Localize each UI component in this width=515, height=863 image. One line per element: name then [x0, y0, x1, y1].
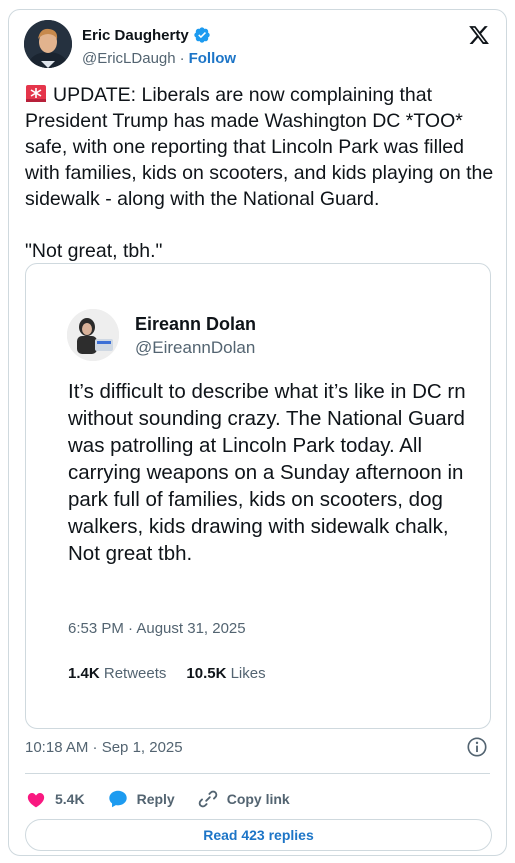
x-logo-icon[interactable]	[468, 24, 490, 46]
likes-count: 10.5K	[186, 665, 227, 682]
author-avatar[interactable]	[24, 20, 72, 68]
siren-emoji-icon	[26, 85, 46, 102]
heart-icon	[27, 793, 45, 808]
read-replies-button[interactable]: Read 423 replies	[25, 819, 492, 851]
reply-button[interactable]: Reply	[107, 788, 175, 810]
link-icon	[198, 790, 217, 808]
author-name-row[interactable]: Eric Daugherty	[82, 26, 211, 44]
action-bar: 5.4K Reply Copy link	[25, 784, 290, 814]
tweet-body: UPDATE: Liberals are now complaining tha…	[25, 84, 494, 262]
author-name[interactable]: Eric Daugherty	[82, 27, 189, 44]
author-handle-row: @EricLDaugh · Follow	[82, 50, 236, 67]
retweets-stat[interactable]: 1.4K Retweets	[68, 665, 166, 682]
reply-label: Reply	[136, 791, 175, 807]
divider	[25, 773, 490, 774]
quoted-tweet[interactable]: Eireann Dolan @EireannDolan It’s difficu…	[25, 263, 491, 729]
verified-badge-icon	[194, 27, 210, 43]
quoted-timestamp[interactable]: 6:53 PM · August 31, 2025	[68, 620, 246, 637]
info-icon[interactable]	[466, 736, 488, 758]
like-count: 5.4K	[55, 791, 85, 807]
quoted-stats: 1.4K Retweets 10.5K Likes	[68, 665, 266, 682]
retweets-label: Retweets	[103, 665, 167, 682]
separator-dot: ·	[179, 50, 185, 67]
author-handle[interactable]: @EricLDaugh	[82, 50, 176, 67]
follow-link[interactable]: Follow	[189, 50, 237, 67]
copy-link-button[interactable]: Copy link	[197, 788, 290, 810]
like-button[interactable]: 5.4K	[25, 788, 85, 810]
quoted-tweet-text: It’s difficult to describe what it’s lik…	[68, 380, 466, 565]
quoted-author-name[interactable]: Eireann Dolan	[135, 314, 256, 335]
quoted-author-handle[interactable]: @EireannDolan	[135, 338, 255, 358]
speech-bubble-icon	[108, 790, 127, 808]
tweet-timestamp[interactable]: 10:18 AM · Sep 1, 2025	[25, 739, 183, 756]
likes-stat[interactable]: 10.5K Likes	[186, 665, 265, 682]
likes-label: Likes	[230, 665, 266, 682]
embedded-tweet-card: Eric Daugherty @EricLDaugh · Follow UPDATE…	[8, 9, 507, 856]
quoted-author-avatar[interactable]	[67, 309, 119, 361]
tweet-text: UPDATE: Liberals are now complaining tha…	[25, 82, 495, 264]
retweets-count: 1.4K	[68, 665, 100, 682]
copy-link-label: Copy link	[226, 791, 290, 807]
